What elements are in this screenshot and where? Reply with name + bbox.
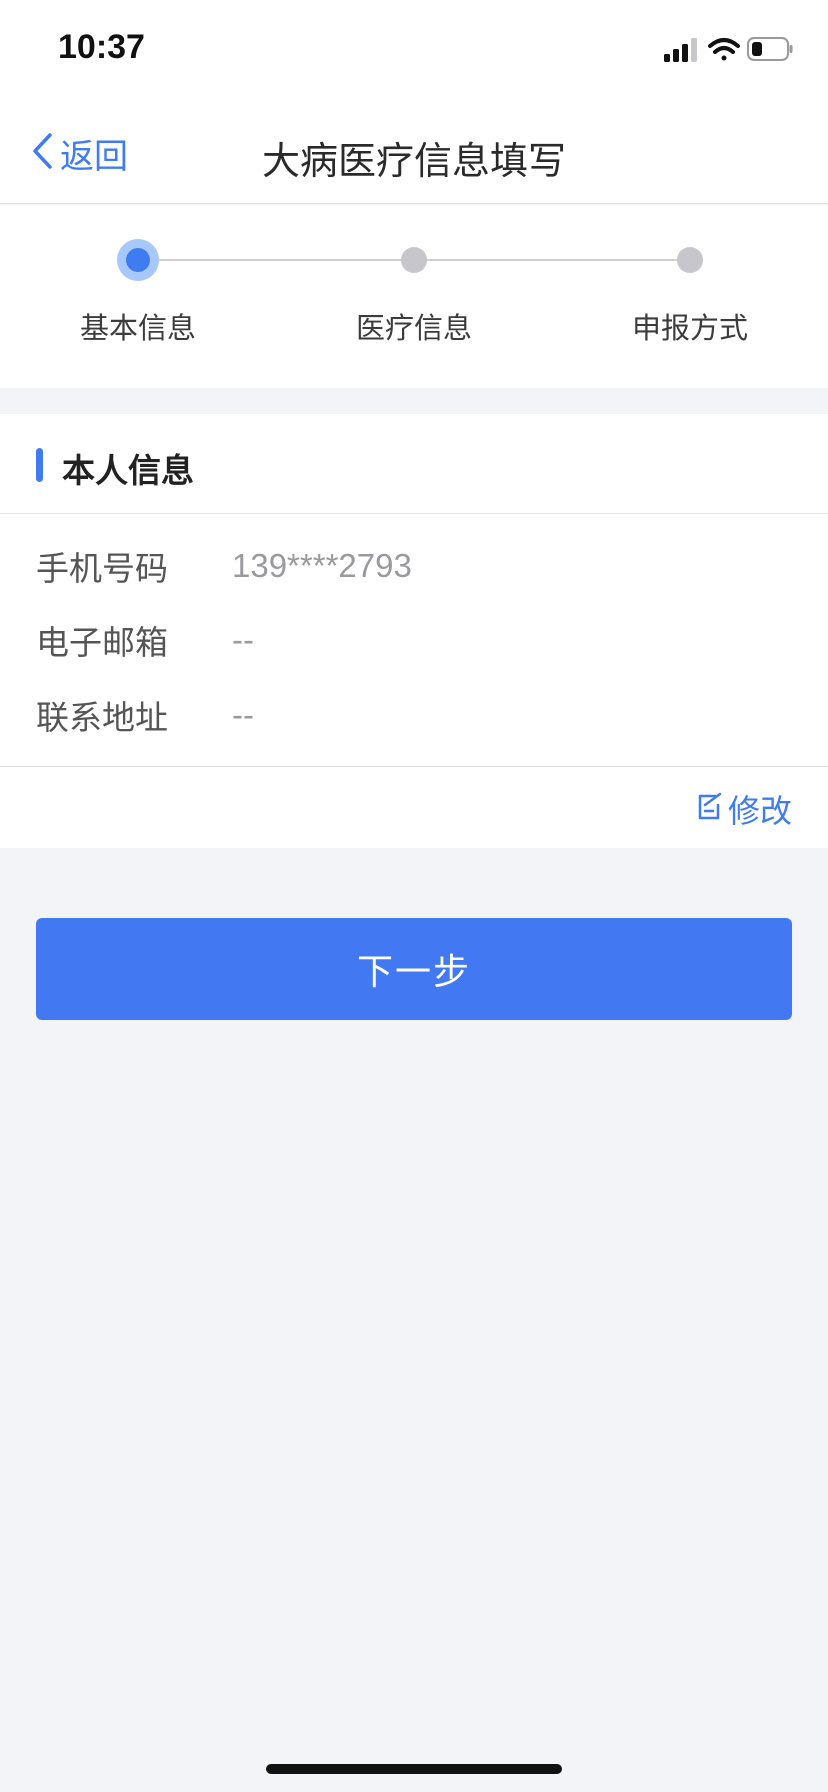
step-label-medical-info: 医疗信息: [355, 311, 472, 345]
info-label: 电子邮箱: [36, 623, 168, 662]
edit-button[interactable]: 修改: [696, 789, 792, 830]
page-title: 大病医疗信息填写: [261, 139, 566, 183]
step-dot-current: [117, 239, 159, 281]
info-value: --: [232, 621, 254, 658]
next-step-button[interactable]: 下一步: [36, 918, 792, 1020]
info-value: 139****2793: [232, 547, 412, 584]
info-value: --: [232, 696, 254, 733]
edit-icon: [696, 792, 724, 826]
signal-icon: [664, 38, 697, 62]
step-label-declaration: 申报方式: [631, 311, 748, 345]
step-dot: [401, 247, 427, 273]
info-label: 联系地址: [36, 698, 168, 737]
home-indicator[interactable]: [266, 1764, 562, 1774]
battery-icon: [747, 37, 793, 61]
edit-label: 修改: [727, 792, 792, 830]
section-header: 本人信息: [0, 414, 828, 514]
step-label-basic-info: 基本信息: [79, 311, 196, 345]
section-footer: 修改: [0, 766, 828, 848]
info-row-phone: 手机号码 139****2793: [36, 536, 796, 596]
step-dot: [677, 247, 703, 273]
step-connector: [138, 259, 414, 261]
info-row-address: 联系地址 --: [36, 685, 796, 745]
wifi-icon: [708, 38, 740, 61]
info-label: 手机号码: [36, 549, 168, 588]
section-title: 本人信息: [62, 451, 194, 490]
page: 10:37 返回 大病医疗信息填写 基本信息 医疗信息 申报方式 本人信息 手机…: [0, 0, 828, 1792]
progress-stepper: 基本信息 医疗信息 申报方式: [0, 205, 828, 388]
nav-bar: 返回 大病医疗信息填写: [0, 100, 828, 204]
status-bar: 10:37: [0, 0, 828, 100]
status-time: 10:37: [58, 28, 145, 66]
step-connector: [414, 259, 690, 261]
status-icons: [664, 34, 794, 68]
section-accent-bar: [36, 448, 43, 482]
info-row-email: 电子邮箱 --: [36, 610, 796, 670]
personal-info-section: 本人信息 手机号码 139****2793 电子邮箱 -- 联系地址 -- 修改: [0, 414, 828, 848]
